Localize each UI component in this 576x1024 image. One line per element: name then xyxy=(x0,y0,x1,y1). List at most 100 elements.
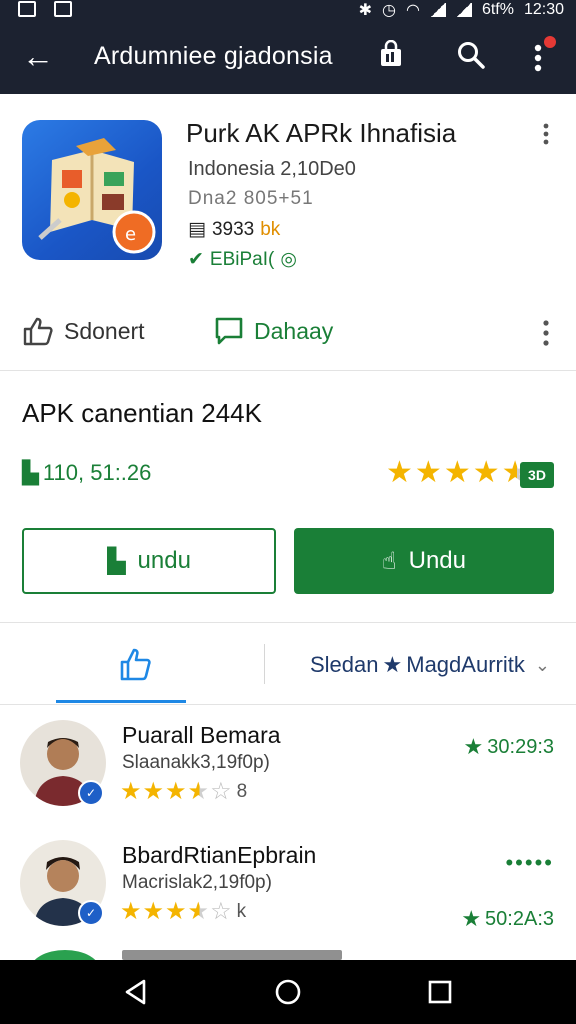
signal-icon xyxy=(429,3,446,17)
verified-badge-icon: ✓ xyxy=(78,900,104,926)
download-title: APK canentian 244K xyxy=(22,398,262,428)
app-bar-title: Ardumniee gjadonsia xyxy=(94,42,333,70)
star-icon: ★ xyxy=(414,456,442,489)
app-verified: ✔ EBiPaI( ◎ xyxy=(188,248,297,271)
clock: 12:30 xyxy=(523,1,564,18)
back-arrow-icon[interactable]: ← xyxy=(22,38,54,74)
review-stars: ★ ★ ★ ★ ☆ 8 xyxy=(120,780,247,804)
search-icon[interactable] xyxy=(456,40,486,70)
verified-check-icon: ✔ xyxy=(188,249,204,270)
review-score-value: 30:29:3 xyxy=(487,735,554,758)
download-outline-button[interactable]: ▙ undu xyxy=(22,528,276,594)
reviews-tabs: Sledan ★ MagdAurritk ⌄ xyxy=(0,628,576,705)
download-icon: ▙ xyxy=(107,547,126,575)
gallery-notification-icon xyxy=(18,1,36,17)
wifi-icon: ◠ xyxy=(405,2,420,19)
signal-icon-2 xyxy=(455,3,472,17)
notification-dot xyxy=(544,36,556,48)
review-score: ★ 50:2A:3 xyxy=(461,906,554,932)
star-icon: ★ xyxy=(165,898,187,925)
download-count: ▙ 110, 51:.26 xyxy=(22,460,151,486)
app-size: ▤ 3933 bk xyxy=(188,218,280,241)
review-star-count: 8 xyxy=(236,781,248,802)
half-star-icon: ★ xyxy=(187,898,210,925)
download-section: APK canentian 244K ▙ 110, 51:.26 ★ ★ ★ ★… xyxy=(0,372,576,623)
system-nav-bar xyxy=(0,960,576,1024)
chevron-down-icon: ⌄ xyxy=(534,654,550,675)
star-icon: ★ xyxy=(472,456,500,489)
actions-row: Sdonert Dahaay xyxy=(0,298,576,368)
download-count-value: 110, 51:.26 xyxy=(42,460,152,485)
sort-value: MagdAurritk xyxy=(406,652,525,677)
rating-stars: ★ ★ ★ ★ ★ xyxy=(386,458,529,488)
review-author: Puarall Bemara xyxy=(122,722,281,748)
half-star-icon: ★ xyxy=(187,778,210,805)
hand-icon: ☝ xyxy=(382,547,397,575)
star-icon: ★ xyxy=(142,898,165,925)
review-item-partial xyxy=(0,948,576,960)
bluetooth-icon: ✱ xyxy=(358,2,372,19)
nav-back-icon[interactable] xyxy=(122,978,150,1006)
like-button[interactable]: Sdonert xyxy=(22,316,145,346)
download-solid-label: Undu xyxy=(408,547,466,574)
review-item[interactable]: ✓ Puarall Bemara Slaanakk3,19f0p) ★ ★ ★ … xyxy=(0,720,576,840)
app-icon[interactable]: e xyxy=(22,120,162,260)
star-icon: ★ xyxy=(142,778,165,805)
actions-more-icon[interactable] xyxy=(540,318,552,348)
app-size-value: 3933 xyxy=(211,218,255,240)
review-meta: Slaanakk3,19f0p) xyxy=(122,752,270,773)
app-more-icon[interactable] xyxy=(540,122,552,146)
review-more-icon[interactable]: ••••• xyxy=(505,850,554,876)
empty-star-icon: ☆ xyxy=(210,898,232,925)
globe-icon: ◎ xyxy=(280,249,297,270)
avatar xyxy=(30,950,100,960)
download-chart-icon: ▙ xyxy=(22,460,39,485)
review-item[interactable]: ✓ BbardRtianEpbrain Macrislak2,19f0p) ★ … xyxy=(0,840,576,960)
star-icon: ★ xyxy=(386,456,413,489)
nav-home-icon[interactable] xyxy=(274,978,302,1006)
app-bar: ← Ardumniee gjadonsia xyxy=(0,22,576,94)
like-label: Sdonert xyxy=(64,317,145,344)
download-outline-label: undu xyxy=(137,547,191,574)
review-star-count: k xyxy=(236,901,247,922)
app-developer: Indonesia 2,10De0 xyxy=(188,158,356,180)
sort-dropdown[interactable]: Sledan ★ MagdAurritk ⌄ xyxy=(310,652,550,678)
thumbs-up-icon xyxy=(23,317,53,346)
star-icon: ★ xyxy=(463,734,484,759)
svg-text:e: e xyxy=(125,224,136,245)
review-score-value: 50:2A:3 xyxy=(485,907,554,930)
app-version: Dna2 805+51 xyxy=(188,188,314,209)
star-icon: ★ xyxy=(461,906,482,931)
badge-3d: 3D xyxy=(520,462,554,488)
app-name: Purk AK APRk Ihnafisia xyxy=(186,118,457,148)
app-card: e Purk AK APRk Ihnafisia Indonesia 2,10D… xyxy=(0,94,576,371)
star-icon: ★ xyxy=(120,898,142,925)
verified-label: EBiPaI( xyxy=(209,248,275,270)
review-meta: Macrislak2,19f0p) xyxy=(122,872,272,893)
download-solid-button[interactable]: ☝ Undu xyxy=(294,528,554,594)
review-stars: ★ ★ ★ ★ ☆ k xyxy=(120,900,246,924)
nav-recents-icon[interactable] xyxy=(426,978,454,1006)
comment-icon xyxy=(215,317,243,345)
message-notification-icon xyxy=(54,1,72,17)
tab-like-icon[interactable] xyxy=(118,646,152,682)
star-icon: ★ xyxy=(382,652,403,677)
review-author: BbardRtianEpbrain xyxy=(122,842,317,868)
star-icon: ★ xyxy=(165,778,187,805)
tab-underline xyxy=(56,700,186,703)
app-size-unit: bk xyxy=(260,218,281,240)
status-bar: ✱ ◷ ◠ 6tf% 12:30 xyxy=(0,0,576,22)
empty-star-icon: ☆ xyxy=(210,778,232,805)
star-icon: ★ xyxy=(120,778,142,805)
battery-level: 6tf% xyxy=(481,1,514,18)
review-score: ★ 30:29:3 xyxy=(464,734,554,760)
star-icon: ★ xyxy=(443,456,471,489)
sort-label: Sledan xyxy=(310,652,379,677)
discuss-button[interactable]: Dahaay xyxy=(214,316,333,346)
tab-divider xyxy=(264,644,265,684)
shopping-bag-icon[interactable] xyxy=(376,40,406,70)
alarm-icon: ◷ xyxy=(382,2,396,19)
discuss-label: Dahaay xyxy=(254,317,334,344)
file-icon: ▤ xyxy=(188,219,206,240)
verified-badge-icon: ✓ xyxy=(78,780,104,806)
